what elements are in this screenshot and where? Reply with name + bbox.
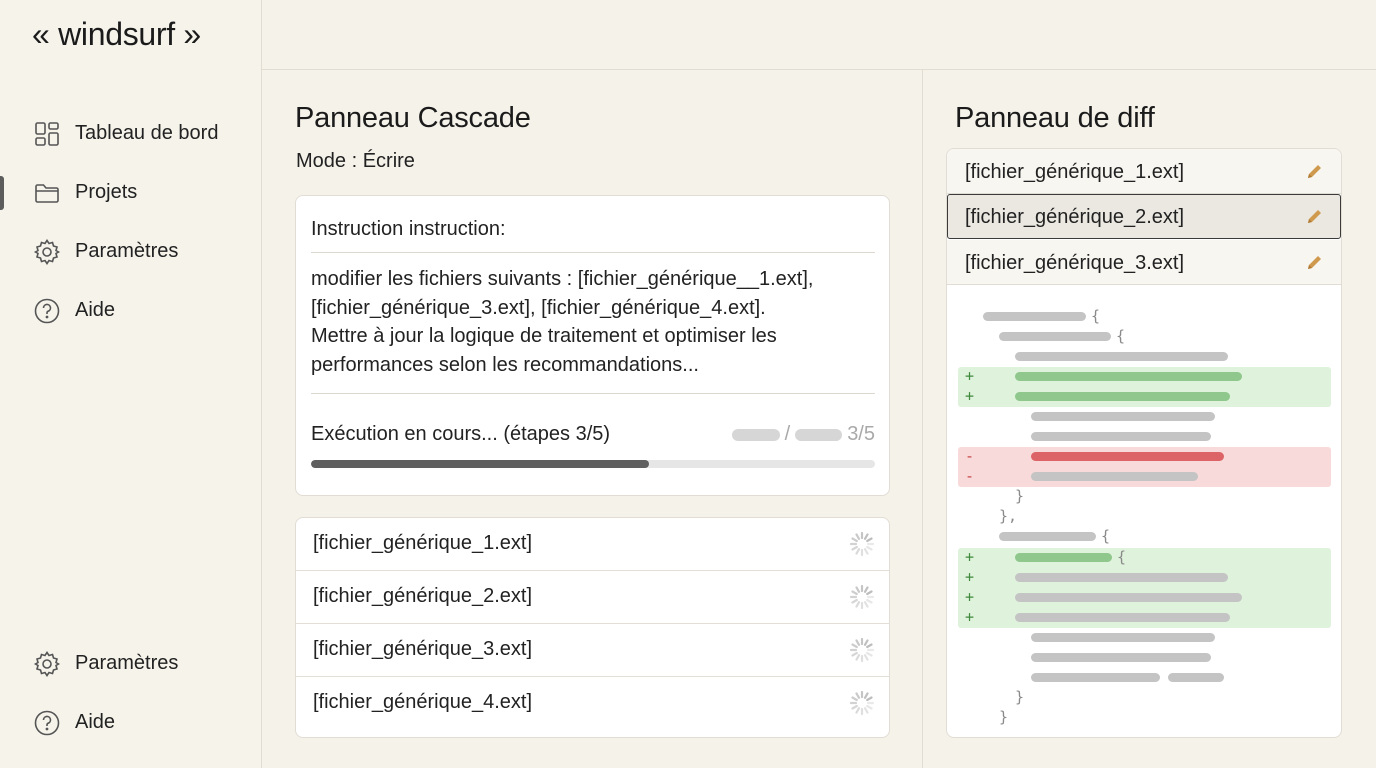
edit-pencil-icon[interactable] [1305,206,1325,226]
mode-value[interactable]: Écrire [363,150,415,172]
code-line-added: +{ [965,548,1127,566]
sidebar-item-label: Projets [75,180,138,203]
code-line: { [947,307,1341,327]
progress-fill [311,460,650,468]
gear-icon [33,238,61,266]
loading-spinner-icon [849,690,875,716]
code-line: }, [999,507,1018,525]
code-line-added: + [947,588,1341,608]
code-line [947,347,1341,367]
code-line: } [999,708,1009,726]
instruction-label: instruction: [408,218,506,240]
file-name: [fichier_générique_3.ext] [313,638,533,660]
instruction-text: modifier les fichiers suivants : [fichie… [311,265,871,379]
file-list-item[interactable]: [fichier_générique_4.ext] [296,677,889,730]
sidebar-item-label: Paramètres [75,651,179,674]
help-icon [33,297,61,325]
diff-file-name: [fichier_générique_1.ext] [965,161,1185,183]
mode-label: Mode : [296,150,363,172]
file-name: [fichier_générique_2.ext] [313,585,533,607]
code-line-added: + [947,387,1341,407]
instruction-card: Instruction instruction: modifier les fi… [295,195,890,496]
panel-divider [922,70,923,768]
diff-file-name: [fichier_générique_3.ext] [965,252,1185,274]
divider [311,252,875,253]
sidebar-item-dashboard[interactable]: Tableau de bord [0,111,262,155]
file-name: [fichier_générique_4.ext] [313,691,533,713]
divider [311,393,875,394]
code-line [947,427,1341,447]
code-line-added: + [947,367,1341,387]
cascade-panel-title: Panneau Cascade [295,102,531,134]
file-list-item[interactable]: [fichier_générique_3.ext] [296,624,889,677]
file-list: [fichier_générique_1.ext] [fichier_génér… [295,517,890,738]
loading-spinner-icon [849,584,875,610]
instruction-line: performances selon les recommandations..… [311,353,699,376]
edit-pencil-icon[interactable] [1305,252,1325,272]
code-line-added: + [947,568,1341,588]
file-name: [fichier_générique_1.ext] [313,532,533,554]
dashboard-icon [33,120,61,148]
execution-status: Exécution en cours... (étapes 3/5) [311,423,611,445]
instruction-line: modifier les fichiers suivants : [fichie… [311,268,814,290]
progress-bar [311,460,875,468]
step-count: 3/5 [847,423,875,445]
instruction-prefix: Instruction [311,218,409,240]
diff-file-tab[interactable]: [fichier_générique_1.ext] [947,149,1341,194]
loading-spinner-icon [849,637,875,663]
sidebar-bottom-help[interactable]: Aide [0,700,262,744]
step-placeholder [731,428,780,441]
step-separator: / [784,423,791,445]
step-placeholder [795,428,843,441]
sidebar-item-label: Tableau de bord [75,121,219,144]
sidebar: « windsurf » Tableau de bord Projets Par… [0,0,262,768]
code-line-removed: - [947,447,1341,467]
code-line: } [1015,487,1025,505]
diff-file-name: [fichier_générique_2.ext] [965,206,1185,228]
code-line [947,628,1341,648]
sidebar-item-help[interactable]: Aide [0,288,262,332]
code-line [947,648,1341,668]
top-bar [262,0,1376,70]
diff-panel: [fichier_générique_1.ext] [fichier_génér… [946,148,1342,738]
loading-spinner-icon [849,531,875,557]
step-counter: / 3/5 [731,423,875,446]
file-list-item[interactable]: [fichier_générique_1.ext] [296,518,889,571]
code-line [947,668,1341,688]
diff-panel-title: Panneau de diff [955,102,1155,134]
diff-file-tab-active[interactable]: [fichier_générique_2.ext] [947,194,1341,239]
sidebar-item-label: Aide [75,710,116,733]
sidebar-item-label: Aide [75,298,116,321]
gear-icon [33,650,61,678]
app-logo: « windsurf » [32,16,201,52]
sidebar-item-projects[interactable]: Projets [0,170,262,214]
diff-file-tab[interactable]: [fichier_générique_3.ext] [947,240,1341,285]
instruction-line: [fichier_générique_3.ext], [fichier_géné… [311,296,766,319]
code-line: } [1015,688,1025,706]
sidebar-item-label: Paramètres [75,239,179,262]
sidebar-bottom-settings[interactable]: Paramètres [0,641,262,685]
code-line: { [947,527,1341,547]
code-line-added: + [947,608,1341,628]
file-list-item[interactable]: [fichier_générique_2.ext] [296,571,889,624]
edit-pencil-icon[interactable] [1305,161,1325,181]
mode-indicator: Mode : Écrire [296,150,415,173]
help-icon [33,709,61,737]
folder-icon [33,179,61,207]
instruction-line: Mettre à jour la logique de traitement e… [311,325,777,347]
code-line-removed: - [947,467,1341,487]
instruction-header: Instruction instruction: [311,218,506,241]
sidebar-item-settings[interactable]: Paramètres [0,229,262,273]
code-line: { [947,327,1341,347]
code-line [947,407,1341,427]
